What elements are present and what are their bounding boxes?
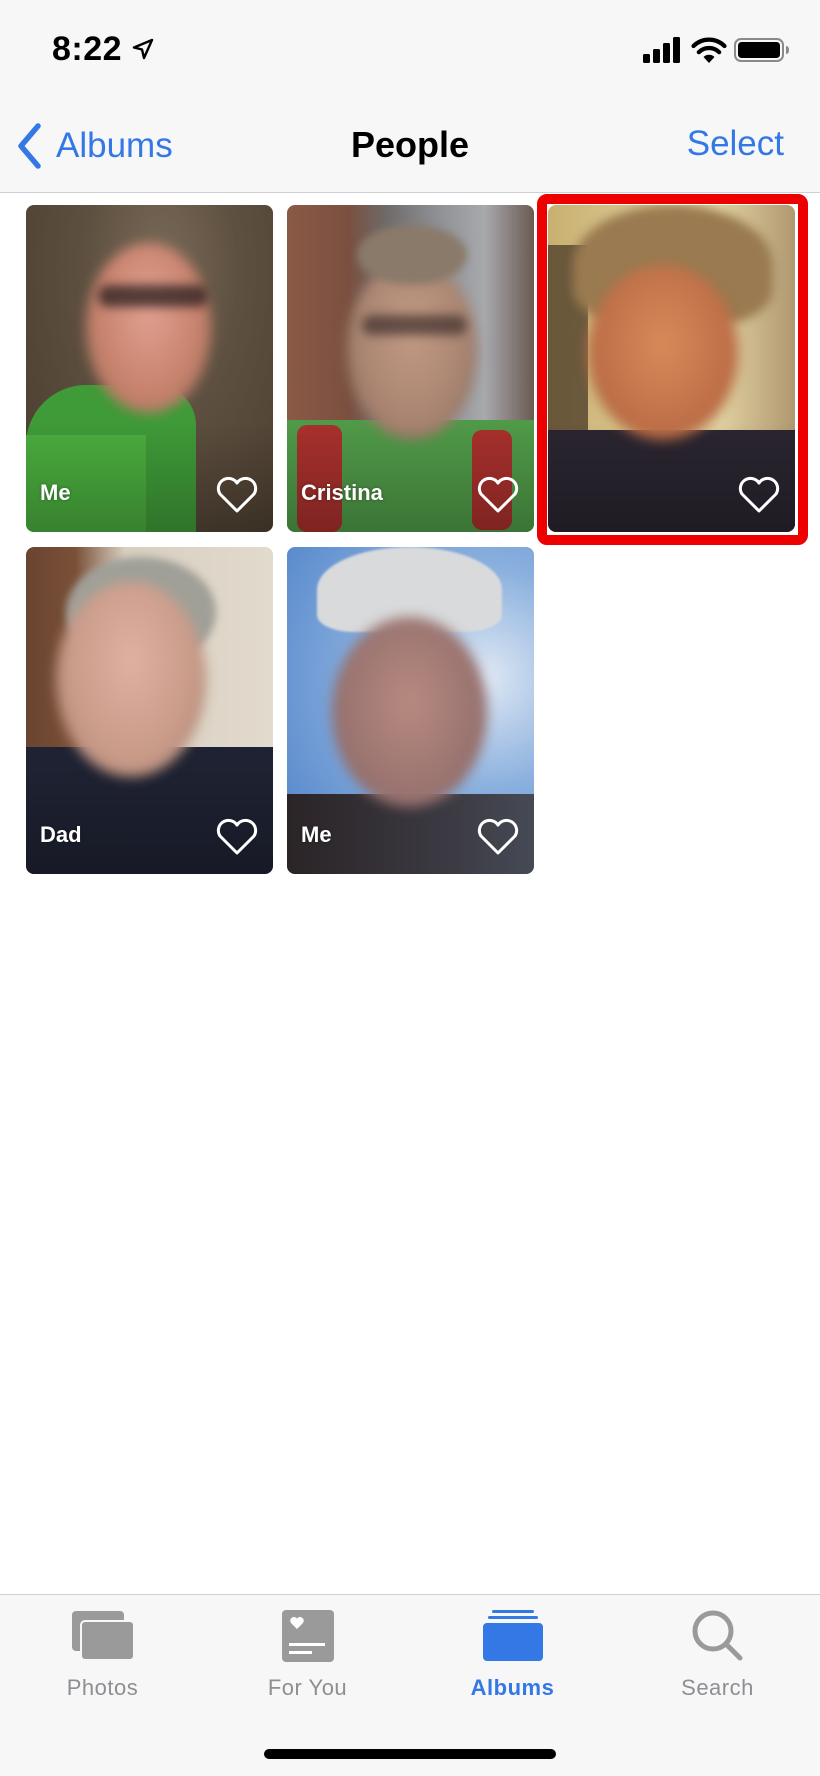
home-indicator[interactable] xyxy=(264,1749,556,1759)
cellular-signal-icon xyxy=(643,37,680,63)
person-name: Me xyxy=(40,480,71,505)
heart-icon[interactable] xyxy=(215,476,259,514)
person-tile[interactable]: Me xyxy=(26,205,273,532)
for-you-icon xyxy=(281,1610,334,1662)
tab-label: Albums xyxy=(470,1675,555,1700)
person-name: Dad xyxy=(40,822,82,847)
person-name: Cristina xyxy=(301,480,383,505)
tab-search[interactable]: Search xyxy=(615,1595,820,1715)
select-button[interactable]: Select xyxy=(687,124,784,164)
tab-albums[interactable]: Albums xyxy=(410,1595,615,1715)
heart-icon[interactable] xyxy=(215,818,259,856)
tab-photos[interactable]: Photos xyxy=(0,1595,205,1715)
person-tile[interactable]: Me xyxy=(287,547,534,874)
person-tile[interactable]: Cristina xyxy=(287,205,534,532)
person-name: Me xyxy=(301,822,332,847)
person-tile[interactable]: Dad xyxy=(26,547,273,874)
albums-icon xyxy=(482,1610,543,1661)
tab-label: Search xyxy=(681,1675,754,1700)
person-tile-unnamed[interactable] xyxy=(548,205,795,532)
tab-for-you[interactable]: For You xyxy=(205,1595,410,1715)
tab-label: Photos xyxy=(66,1675,139,1700)
photos-icon xyxy=(71,1611,135,1661)
tab-label: For You xyxy=(267,1675,348,1700)
wifi-icon xyxy=(691,37,727,63)
status-bar: 8:22 xyxy=(0,0,820,96)
heart-icon[interactable] xyxy=(476,818,520,856)
status-time: 8:22 xyxy=(52,30,123,68)
battery-icon xyxy=(734,38,789,62)
search-icon xyxy=(692,1610,742,1661)
heart-icon[interactable] xyxy=(737,476,781,514)
navigation-bar: Albums People Select xyxy=(0,96,820,193)
heart-icon[interactable] xyxy=(476,476,520,514)
location-arrow-icon xyxy=(132,38,154,60)
